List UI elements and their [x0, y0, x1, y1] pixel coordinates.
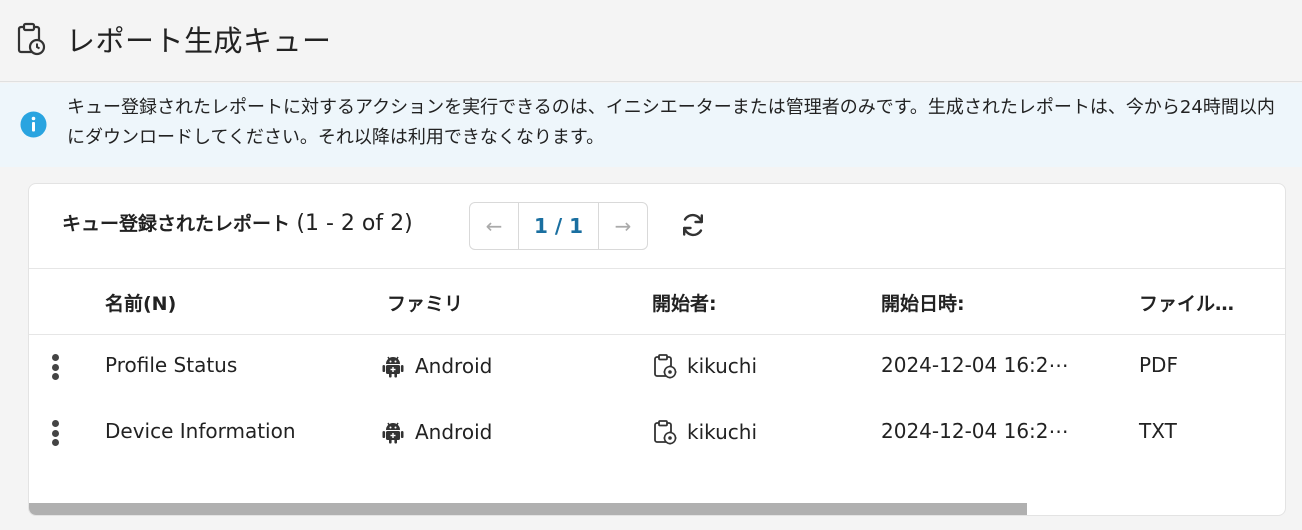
prev-page-button[interactable]: ← — [470, 203, 518, 249]
info-banner: キュー登録されたレポートに対するアクションを実行できるのは、イニシエーターまたは… — [0, 83, 1302, 167]
pagination: ← 1 / 1 → — [469, 202, 648, 250]
column-header-file[interactable]: ファイル… — [1139, 289, 1234, 316]
clipboard-gear-icon — [654, 354, 677, 379]
table-row: Device Information Android kikuchi 2024-… — [29, 401, 1285, 467]
report-initiator: kikuchi — [652, 353, 757, 379]
report-family: Android — [380, 353, 492, 379]
family-label: Android — [415, 420, 493, 444]
column-header-family[interactable]: ファミリ — [387, 289, 463, 316]
queued-reports-panel: キュー登録されたレポート (1 - 2 of 2) ← 1 / 1 → 名前(N… — [28, 183, 1286, 516]
horizontal-scrollbar[interactable] — [29, 503, 1027, 515]
column-header-initiator[interactable]: 開始者: — [652, 289, 717, 316]
refresh-button[interactable] — [677, 209, 709, 241]
initiator-label: kikuchi — [687, 354, 758, 378]
android-icon — [382, 356, 404, 378]
report-family: Android — [380, 419, 492, 445]
panel-title-count: (1 - 2 of 2) — [296, 211, 413, 236]
panel-title: キュー登録されたレポート (1 - 2 of 2) — [62, 209, 413, 236]
column-header-name[interactable]: 名前(N) — [105, 289, 176, 316]
column-header-started[interactable]: 開始日時: — [881, 289, 965, 316]
refresh-icon — [683, 213, 703, 237]
page-indicator: 1 / 1 — [518, 203, 599, 249]
panel-title-label: キュー登録されたレポート — [62, 213, 291, 235]
report-started: 2024-12-04 16:2⋯ — [881, 419, 1069, 443]
table-header: 名前(N) ファミリ 開始者: 開始日時: ファイル… — [29, 268, 1285, 335]
clipboard-clock-icon — [17, 22, 46, 56]
report-name: Device Information — [105, 419, 296, 443]
report-started: 2024-12-04 16:2⋯ — [881, 353, 1069, 377]
clipboard-gear-icon — [654, 420, 677, 445]
report-file-type: PDF — [1139, 353, 1178, 377]
info-icon — [20, 111, 47, 138]
info-banner-text: キュー登録されたレポートに対するアクションを実行できるのは、イニシエーターまたは… — [67, 97, 1275, 148]
row-actions-menu[interactable] — [47, 352, 63, 382]
android-icon — [382, 422, 404, 444]
report-file-type: TXT — [1139, 419, 1177, 443]
next-page-button[interactable]: → — [599, 203, 647, 249]
initiator-label: kikuchi — [687, 420, 758, 444]
page-title: レポート生成キュー — [66, 24, 332, 58]
page-header: レポート生成キュー — [0, 0, 1302, 82]
family-label: Android — [415, 354, 493, 378]
row-actions-menu[interactable] — [47, 418, 63, 448]
table-row: Profile Status Android kikuchi 2024-12-0… — [29, 335, 1285, 401]
report-name: Profile Status — [105, 353, 238, 377]
report-initiator: kikuchi — [652, 419, 757, 445]
